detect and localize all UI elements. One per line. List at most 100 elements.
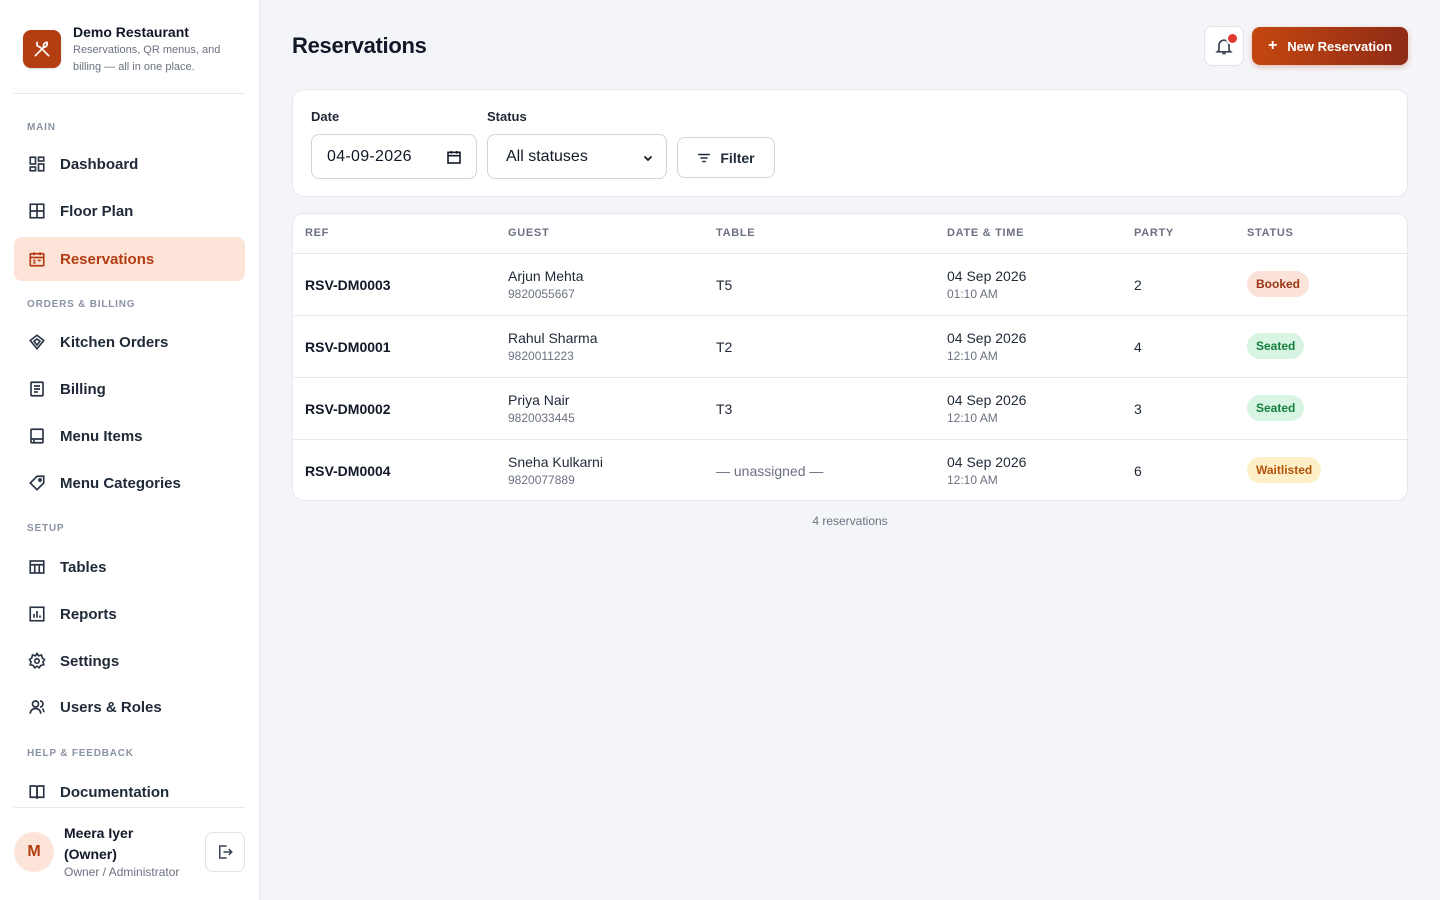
reservation-ref[interactable]: RSV-DM0004 bbox=[305, 463, 391, 479]
sidebar-item-label: Menu Items bbox=[60, 428, 143, 445]
chart-icon bbox=[29, 606, 45, 622]
reservation-date: 04 Sep 2026 bbox=[947, 392, 1027, 408]
sidebar-item-label: Reports bbox=[60, 606, 117, 623]
section-main: MAIN bbox=[27, 122, 56, 133]
reservation-ref[interactable]: RSV-DM0002 bbox=[305, 401, 391, 417]
status-badge: Booked bbox=[1247, 271, 1310, 297]
guest-phone: 9820011223 bbox=[508, 349, 574, 363]
guest-name: Arjun Mehta bbox=[508, 268, 584, 284]
status-label: Status bbox=[487, 109, 527, 124]
status-badge: Seated bbox=[1247, 395, 1305, 421]
brand-tagline: Reservations, QR menus, and billing — al… bbox=[73, 44, 221, 73]
reservation-date: 04 Sep 2026 bbox=[947, 330, 1027, 346]
status-value: All statuses bbox=[506, 147, 588, 165]
avatar: M bbox=[14, 832, 54, 872]
sidebar-item-label: Documentation bbox=[60, 784, 170, 801]
reservation-time: 12:10 AM bbox=[947, 349, 998, 363]
guest-name: Rahul Sharma bbox=[508, 330, 598, 346]
sidebar-item-label: Menu Categories bbox=[60, 475, 181, 492]
filter-button-label: Filter bbox=[720, 149, 755, 166]
reservation-date: 04 Sep 2026 bbox=[947, 268, 1027, 284]
reservation-date: 04 Sep 2026 bbox=[947, 454, 1027, 470]
restaurant-logo-icon bbox=[23, 30, 61, 68]
sidebar-item-menu-items[interactable]: Menu Items bbox=[14, 414, 245, 458]
party-size: 3 bbox=[1134, 401, 1142, 417]
user-role: Owner / Administrator bbox=[64, 865, 180, 879]
brand: Demo Restaurant Reservations, QR menus, … bbox=[14, 14, 245, 94]
sidebar-item-tables[interactable]: Tables bbox=[14, 545, 245, 589]
logout-button[interactable] bbox=[205, 832, 245, 872]
notification-dot bbox=[1226, 32, 1239, 45]
filter-panel: Date 04-09-2026 Status All statuses Filt… bbox=[292, 89, 1408, 197]
sidebar-item-dashboard[interactable]: Dashboard bbox=[14, 142, 245, 186]
table-row[interactable]: RSV-DM0004 Sneha Kulkarni 9820077889 — u… bbox=[293, 440, 1407, 500]
sidebar-item-reservations[interactable]: Reservations bbox=[14, 237, 245, 281]
date-label: Date bbox=[311, 109, 340, 124]
page-title: Reservations bbox=[292, 33, 427, 58]
table-assignment: — unassigned — bbox=[716, 463, 824, 479]
reservation-time: 12:10 AM bbox=[947, 473, 998, 487]
col-header-table[interactable]: TABLE bbox=[716, 227, 755, 239]
guest-phone: 9820033445 bbox=[508, 411, 575, 425]
users-icon bbox=[29, 700, 45, 714]
guest-phone: 9820077889 bbox=[508, 473, 575, 487]
chevron-down-icon bbox=[643, 155, 653, 162]
reservation-count: 4 reservations bbox=[812, 514, 888, 528]
sidebar: Demo Restaurant Reservations, QR menus, … bbox=[0, 0, 260, 900]
reservations-table: REF GUEST TABLE DATE & TIME PARTY STATUS… bbox=[292, 213, 1408, 501]
reservation-ref[interactable]: RSV-DM0001 bbox=[305, 339, 391, 355]
table-row[interactable]: RSV-DM0003 Arjun Mehta 9820055667 T5 04 … bbox=[293, 254, 1407, 316]
table-row[interactable]: RSV-DM0002 Priya Nair 9820033445 T3 04 S… bbox=[293, 378, 1407, 440]
table-row[interactable]: RSV-DM0001 Rahul Sharma 9820011223 T2 04… bbox=[293, 316, 1407, 378]
sidebar-item-floor-plan[interactable]: Floor Plan bbox=[14, 189, 245, 233]
col-header-party[interactable]: PARTY bbox=[1134, 227, 1174, 239]
plus-icon: + bbox=[1267, 37, 1278, 54]
col-header-date-time[interactable]: DATE & TIME bbox=[947, 227, 1024, 239]
date-value: 04-09-2026 bbox=[327, 147, 412, 165]
section-orders-billing: ORDERS & BILLING bbox=[27, 299, 136, 310]
gear-icon bbox=[28, 652, 46, 669]
kitchen-icon bbox=[29, 334, 45, 351]
reservation-time: 12:10 AM bbox=[947, 411, 998, 425]
receipt-icon bbox=[30, 381, 44, 397]
brand-name: Demo Restaurant bbox=[73, 24, 189, 40]
user-divider bbox=[14, 807, 245, 808]
col-header-status[interactable]: STATUS bbox=[1247, 227, 1294, 239]
filter-icon bbox=[698, 153, 711, 162]
sidebar-item-label: Kitchen Orders bbox=[60, 334, 169, 351]
sidebar-item-kitchen-orders[interactable]: Kitchen Orders bbox=[14, 320, 245, 364]
sidebar-item-label: Reservations bbox=[60, 251, 155, 268]
sidebar-item-billing[interactable]: Billing bbox=[14, 367, 245, 411]
col-header-guest[interactable]: GUEST bbox=[508, 227, 549, 239]
status-badge: Waitlisted bbox=[1247, 457, 1322, 483]
calendar-icon bbox=[29, 252, 45, 267]
logout-icon bbox=[219, 845, 233, 859]
new-reservation-button[interactable]: + New Reservation bbox=[1252, 27, 1408, 65]
guest-name: Sneha Kulkarni bbox=[508, 454, 603, 470]
sidebar-item-label: Floor Plan bbox=[60, 203, 134, 220]
book-icon bbox=[30, 428, 44, 444]
dashboard-icon bbox=[29, 156, 45, 172]
filter-button[interactable]: Filter bbox=[677, 137, 775, 178]
sidebar-item-reports[interactable]: Reports bbox=[14, 592, 245, 636]
table-assignment: T2 bbox=[716, 339, 733, 355]
party-size: 6 bbox=[1134, 463, 1142, 479]
sidebar-item-menu-categories[interactable]: Menu Categories bbox=[14, 461, 245, 505]
guest-phone: 9820055667 bbox=[508, 287, 575, 301]
sidebar-item-documentation[interactable]: Documentation bbox=[14, 770, 245, 807]
notifications-button[interactable] bbox=[1204, 26, 1244, 66]
calendar-picker-icon[interactable] bbox=[446, 149, 462, 165]
tag-icon bbox=[29, 475, 45, 491]
status-select[interactable]: All statuses bbox=[487, 134, 667, 179]
table-assignment: T3 bbox=[716, 401, 733, 417]
docs-icon bbox=[29, 785, 45, 799]
sidebar-item-label: Billing bbox=[60, 381, 106, 398]
sidebar-item-label: Settings bbox=[60, 653, 120, 670]
col-header-ref[interactable]: REF bbox=[305, 227, 329, 239]
reservation-time: 01:10 AM bbox=[947, 287, 998, 301]
date-input[interactable]: 04-09-2026 bbox=[311, 134, 477, 179]
sidebar-item-users-roles[interactable]: Users & Roles bbox=[14, 685, 245, 729]
reservation-ref[interactable]: RSV-DM0003 bbox=[305, 277, 391, 293]
user-name: Meera Iyer (Owner) bbox=[64, 825, 134, 862]
sidebar-item-settings[interactable]: Settings bbox=[14, 639, 245, 683]
